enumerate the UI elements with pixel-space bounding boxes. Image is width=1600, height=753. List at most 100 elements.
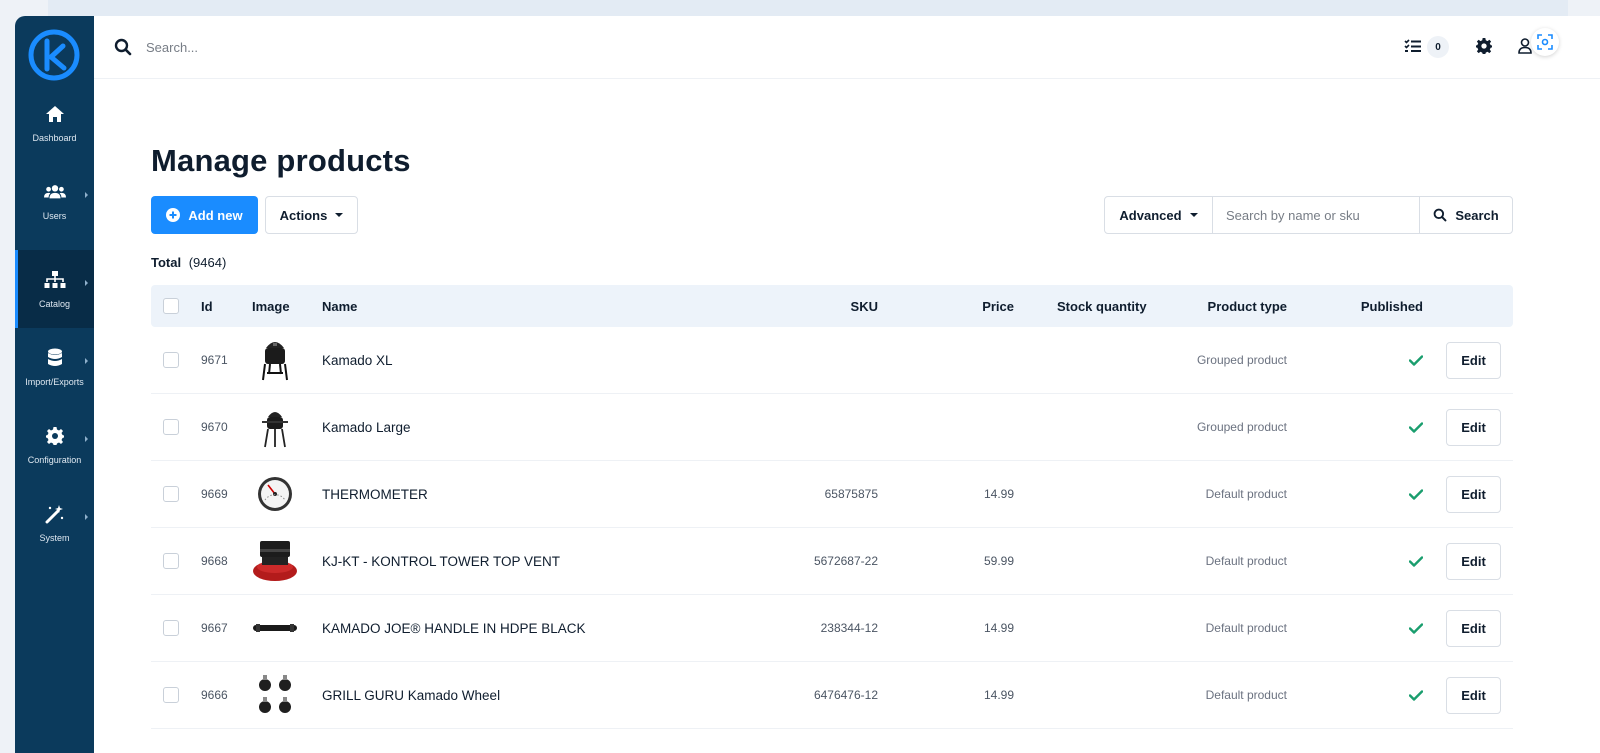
row-name: GRILL GURU Kamado Wheel xyxy=(322,687,501,703)
sidebar: Dashboard Users Catalog Import/Exports C… xyxy=(15,16,94,753)
app-frame: Dashboard Users Catalog Import/Exports C… xyxy=(15,16,1600,753)
sidebar-item-label: Dashboard xyxy=(32,133,77,143)
magic-wand-icon xyxy=(44,503,66,525)
kamado-large-image xyxy=(252,401,298,453)
product-search-group: Advanced Search xyxy=(1104,196,1513,234)
gear-icon xyxy=(44,425,66,447)
row-name: Kamado XL xyxy=(322,352,393,368)
table-row: 9669 THERMOMETER 65875875 14.99 Default … xyxy=(151,461,1513,528)
column-header-price[interactable]: Price xyxy=(982,285,1014,327)
sidebar-item-label: Catalog xyxy=(38,299,71,309)
column-header-stock[interactable]: Stock quantity xyxy=(1057,285,1147,327)
caret-down-icon xyxy=(1189,213,1198,217)
tasks-count-badge[interactable]: 0 xyxy=(1427,36,1449,58)
edit-button[interactable]: Edit xyxy=(1446,542,1501,580)
row-product-type: Default product xyxy=(1205,487,1287,501)
chevron-right-icon xyxy=(85,358,88,364)
sidebar-item-catalog[interactable]: Catalog xyxy=(15,250,94,328)
table-row: 9668 KJ-KT - KONTROL TOWER TOP VENT 5672… xyxy=(151,528,1513,595)
row-product-type: Default product xyxy=(1205,688,1287,702)
published-check-icon xyxy=(1409,421,1423,433)
add-new-button[interactable]: Add new xyxy=(151,196,258,234)
sidebar-item-configuration[interactable]: Configuration xyxy=(15,406,94,484)
page-title: Manage products xyxy=(151,143,411,178)
row-sku: 238344-12 xyxy=(820,621,878,635)
published-check-icon xyxy=(1409,488,1423,500)
row-sku: 6476476-12 xyxy=(813,688,878,702)
search-icon[interactable] xyxy=(114,38,132,56)
sidebar-item-label: Users xyxy=(42,211,67,221)
column-header-id[interactable]: Id xyxy=(201,285,213,327)
product-search-input[interactable] xyxy=(1213,197,1420,233)
row-id: 9668 xyxy=(201,554,228,568)
row-checkbox[interactable] xyxy=(163,352,179,368)
chevron-right-icon xyxy=(85,514,88,520)
table-row: 9670 Kamado Large Grouped product Edit xyxy=(151,394,1513,461)
wheel-image xyxy=(252,669,298,721)
row-product-type: Default product xyxy=(1205,554,1287,568)
row-checkbox[interactable] xyxy=(163,553,179,569)
row-name: KAMADO JOE® HANDLE IN HDPE BLACK xyxy=(322,620,586,636)
chevron-right-icon xyxy=(85,280,88,286)
sidebar-item-label: Import/Exports xyxy=(25,377,84,387)
sidebar-item-dashboard[interactable]: Dashboard xyxy=(15,84,94,162)
row-checkbox[interactable] xyxy=(163,419,179,435)
search-label: Search xyxy=(1455,207,1499,223)
actions-label: Actions xyxy=(279,207,328,223)
sidebar-item-users[interactable]: Users xyxy=(15,162,94,240)
select-all-checkbox[interactable] xyxy=(163,298,179,314)
screen-capture-icon[interactable] xyxy=(1531,28,1559,56)
table-row: 9666 GRILL GURU Kamado Wheel 6476476-12 … xyxy=(151,662,1513,729)
row-id: 9666 xyxy=(201,688,228,702)
row-product-type: Default product xyxy=(1205,621,1287,635)
table-header: Id Image Name SKU Price Stock quantity P… xyxy=(151,285,1513,327)
edit-button[interactable]: Edit xyxy=(1446,676,1501,714)
column-header-product-type[interactable]: Product type xyxy=(1208,285,1287,327)
sitemap-icon xyxy=(44,269,66,291)
row-price: 14.99 xyxy=(983,688,1014,702)
row-id: 9670 xyxy=(201,420,228,434)
row-checkbox[interactable] xyxy=(163,486,179,502)
sidebar-item-label: System xyxy=(39,533,70,543)
edit-button[interactable]: Edit xyxy=(1446,408,1501,446)
total-label: Total xyxy=(151,255,182,270)
row-checkbox[interactable] xyxy=(163,620,179,636)
row-id: 9671 xyxy=(201,353,228,367)
row-product-type: Grouped product xyxy=(1196,420,1287,434)
published-check-icon xyxy=(1409,555,1423,567)
actions-dropdown[interactable]: Actions xyxy=(265,196,358,234)
column-header-sku[interactable]: SKU xyxy=(851,285,878,327)
window-top-strip xyxy=(48,0,1568,16)
kamado-xl-image xyxy=(252,334,298,386)
search-icon xyxy=(1433,208,1447,222)
advanced-dropdown[interactable]: Advanced xyxy=(1105,197,1213,233)
edit-button[interactable]: Edit xyxy=(1446,341,1501,379)
edit-button[interactable]: Edit xyxy=(1446,609,1501,647)
row-price: 14.99 xyxy=(983,621,1014,635)
row-id: 9669 xyxy=(201,487,228,501)
column-header-name[interactable]: Name xyxy=(322,285,357,327)
total-count: Total (9464) xyxy=(151,255,226,270)
task-list-icon[interactable] xyxy=(1404,38,1422,56)
row-checkbox[interactable] xyxy=(163,687,179,703)
row-name: Kamado Large xyxy=(322,419,411,435)
global-search-input[interactable] xyxy=(146,36,546,58)
row-name: KJ-KT - KONTROL TOWER TOP VENT xyxy=(322,553,561,569)
settings-icon[interactable] xyxy=(1476,38,1494,56)
search-button[interactable]: Search xyxy=(1420,197,1512,233)
table-row: 9671 Kamado XL Grouped product Edit xyxy=(151,327,1513,394)
advanced-label: Advanced xyxy=(1119,207,1182,223)
chevron-right-icon xyxy=(85,436,88,442)
row-id: 9667 xyxy=(201,621,228,635)
handle-image xyxy=(252,602,298,654)
home-icon xyxy=(44,103,66,125)
sidebar-item-label: Configuration xyxy=(27,455,82,465)
column-header-published[interactable]: Published xyxy=(1361,285,1423,327)
sidebar-item-system[interactable]: System xyxy=(15,484,94,562)
logo-icon[interactable] xyxy=(27,28,81,82)
row-name: THERMOMETER xyxy=(322,486,428,502)
sidebar-item-import-exports[interactable]: Import/Exports xyxy=(15,328,94,406)
edit-button[interactable]: Edit xyxy=(1446,475,1501,513)
caret-down-icon xyxy=(335,213,344,217)
published-check-icon xyxy=(1409,622,1423,634)
